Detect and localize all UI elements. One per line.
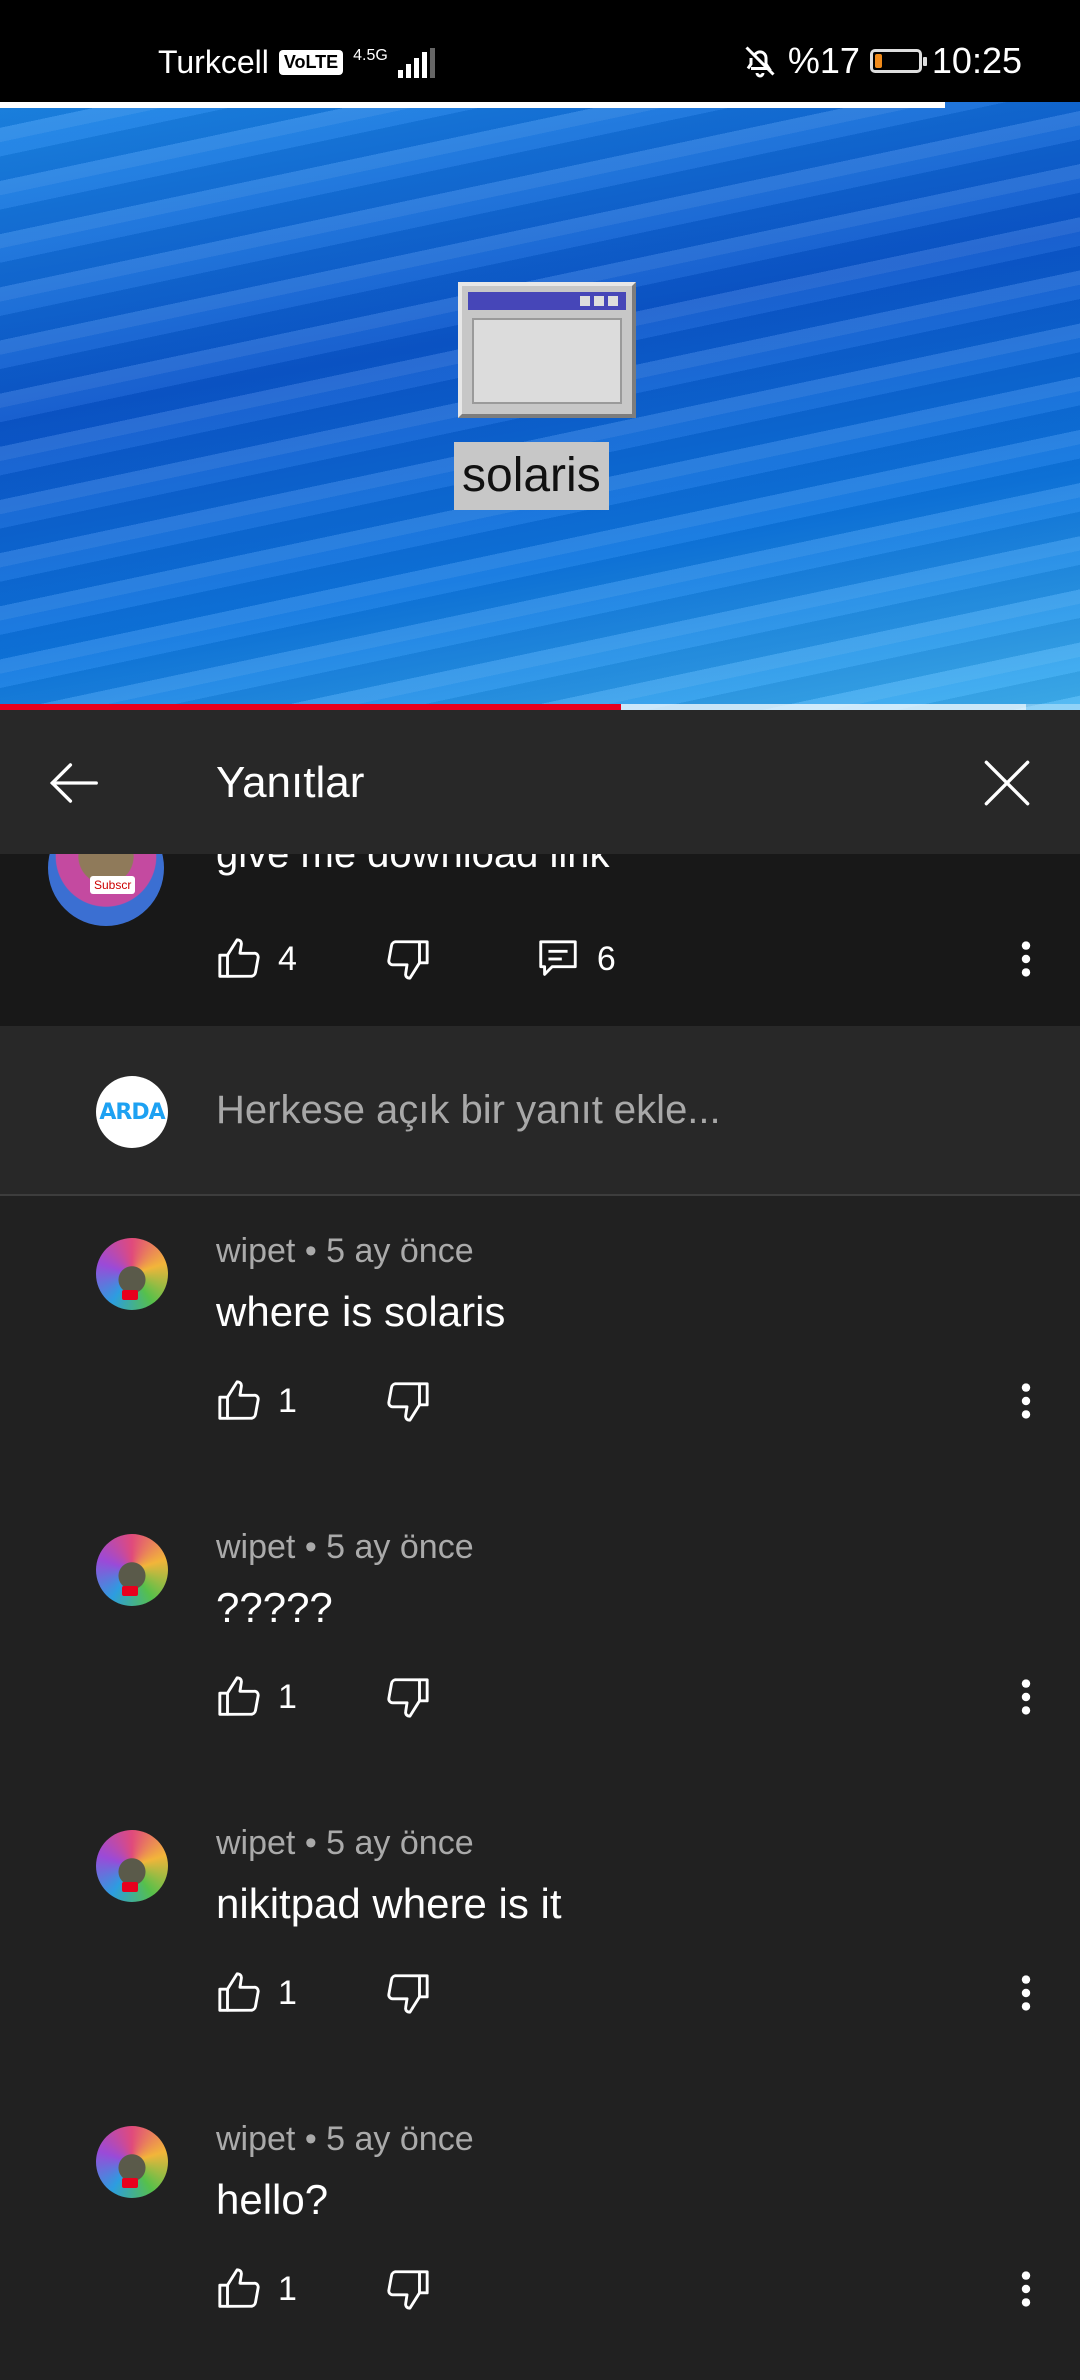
reply-meta: wipet • 5 ay önce <box>216 1528 474 1566</box>
thumbs-up-icon <box>218 938 260 978</box>
status-right: %17 10:25 <box>742 40 1022 82</box>
reply-text: hello? <box>216 2176 329 2223</box>
reply-input-row[interactable]: ARDA Herkese açık bir yanıt ekle... <box>0 1026 1080 1196</box>
dislike-button[interactable] <box>385 2266 431 2312</box>
dislike-button[interactable] <box>385 1674 431 1720</box>
status-bar: Turkcell VoLTE 4.5G %17 10:25 <box>0 0 1080 102</box>
reply-actions: 1 <box>216 1378 431 1424</box>
list-item: wipet • 5 ay önce ????? 1 <box>0 1492 1080 1788</box>
like-count: 1 <box>278 1677 297 1716</box>
reply-time: 5 ay önce <box>326 1232 474 1270</box>
battery-percent: %17 <box>787 40 860 81</box>
like-count: 4 <box>278 939 297 978</box>
like-button[interactable]: 4 <box>216 936 297 982</box>
reply-author[interactable]: wipet <box>216 1232 295 1270</box>
comment-icon <box>539 940 577 976</box>
reply-actions: 1 <box>216 1674 431 1720</box>
clock: 10:25 <box>931 40 1022 81</box>
more-vert-icon[interactable] <box>1008 1970 1044 2016</box>
carrier-info: Turkcell VoLTE 4.5G <box>158 44 435 81</box>
avatar[interactable] <box>96 2126 168 2198</box>
arrow-left-icon[interactable] <box>42 752 104 814</box>
mute-bell-icon <box>745 46 775 78</box>
list-item: wipet • 5 ay önce hello? 1 <box>0 2084 1080 2380</box>
comment-actions: 4 6 <box>216 936 616 982</box>
thumbs-up-icon <box>218 1676 260 1716</box>
replies-header: Yanıtlar <box>0 710 1080 854</box>
avatar[interactable] <box>96 1534 168 1606</box>
reply-text: nikitpad where is it <box>216 1880 562 1927</box>
battery-icon <box>869 49 927 73</box>
thumbs-down-icon <box>387 1382 429 1422</box>
more-vert-icon[interactable] <box>1008 1378 1044 1424</box>
user-avatar: ARDA <box>96 1076 168 1148</box>
reply-input[interactable]: Herkese açık bir yanıt ekle... <box>216 1088 721 1133</box>
signal-icon <box>397 47 435 78</box>
page-title: Yanıtlar <box>216 758 365 807</box>
reply-meta: wipet • 5 ay önce <box>216 2120 474 2158</box>
dislike-button[interactable] <box>385 936 431 982</box>
like-button[interactable]: 1 <box>216 2266 297 2312</box>
like-button[interactable]: 1 <box>216 1674 297 1720</box>
reply-author[interactable]: wipet <box>216 2120 295 2158</box>
dislike-button[interactable] <box>385 1970 431 2016</box>
video-player[interactable]: solaris <box>0 102 1080 710</box>
reply-text: ????? <box>216 1584 333 1631</box>
video-top-line <box>0 102 945 108</box>
reply-actions: 1 <box>216 2266 431 2312</box>
reply-time: 5 ay önce <box>326 1824 474 1862</box>
reply-time: 5 ay önce <box>326 1528 474 1566</box>
close-icon[interactable] <box>976 752 1038 814</box>
video-icon-label: solaris <box>454 442 609 510</box>
reply-count: 6 <box>596 939 616 978</box>
reply-author[interactable]: wipet <box>216 1528 295 1566</box>
more-vert-icon[interactable] <box>1008 936 1044 982</box>
window-icon <box>458 282 636 418</box>
like-button[interactable]: 1 <box>216 1970 297 2016</box>
more-vert-icon[interactable] <box>1008 1674 1044 1720</box>
reply-author[interactable]: wipet <box>216 1824 295 1862</box>
like-count: 1 <box>278 1381 297 1420</box>
avatar[interactable] <box>96 1238 168 1310</box>
dislike-button[interactable] <box>385 1378 431 1424</box>
avatar[interactable] <box>96 1830 168 1902</box>
network-type: 4.5G <box>353 46 388 64</box>
more-vert-icon[interactable] <box>1008 2266 1044 2312</box>
reply-time: 5 ay önce <box>326 2120 474 2158</box>
comment-text: give me download link <box>216 854 610 876</box>
reply-actions: 1 <box>216 1970 431 2016</box>
reply-meta: wipet • 5 ay önce <box>216 1232 474 1270</box>
list-item: wipet • 5 ay önce where is solaris 1 <box>0 1196 1080 1492</box>
reply-text: where is solaris <box>216 1288 506 1335</box>
list-item: wipet • 5 ay önce nikitpad where is it 1 <box>0 1788 1080 2084</box>
like-button[interactable]: 1 <box>216 1378 297 1424</box>
thumbs-down-icon <box>387 2270 429 2310</box>
like-count: 1 <box>278 2269 297 2308</box>
replies-button[interactable]: 6 <box>535 936 616 982</box>
subscribe-badge: Subscr <box>90 876 136 894</box>
like-count: 1 <box>278 1973 297 2012</box>
thumbs-down-icon <box>387 1678 429 1718</box>
reply-meta: wipet • 5 ay önce <box>216 1824 474 1862</box>
thumbs-up-icon <box>218 1380 260 1420</box>
volte-badge: VoLTE <box>278 50 344 75</box>
thumbs-up-icon <box>218 2268 260 2308</box>
thumbs-down-icon <box>387 940 429 980</box>
parent-comment: Subscr give me download link 4 6 <box>0 854 1080 1026</box>
thumbs-down-icon <box>387 1974 429 2014</box>
thumbs-up-icon <box>218 1972 260 2012</box>
carrier-name: Turkcell <box>158 44 269 80</box>
